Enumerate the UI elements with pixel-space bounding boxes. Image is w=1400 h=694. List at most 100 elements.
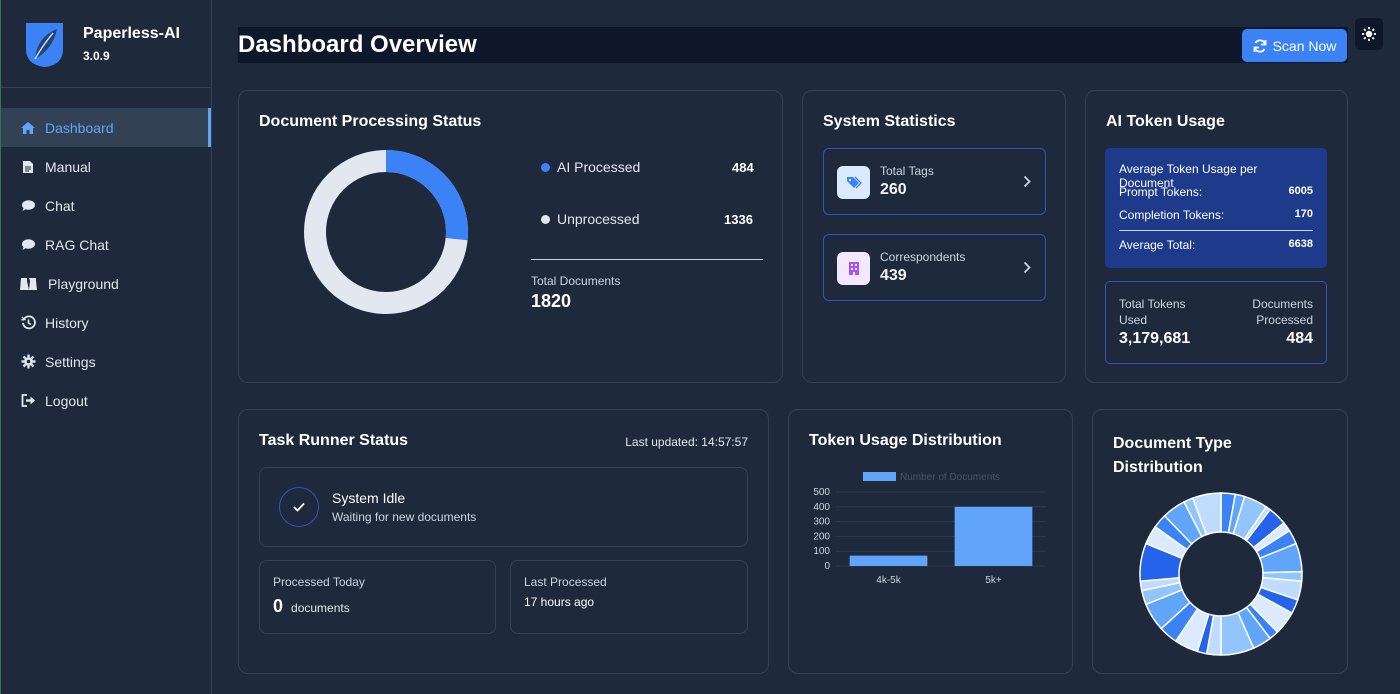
token-distribution-bar-chart: Number of Documents 500 400 300 200 100 0 4k-5k… <box>813 472 1046 586</box>
card-title: Token Usage Distribution <box>809 432 1002 449</box>
legend-dot <box>541 214 550 224</box>
x-tick-label: 4k-5k <box>876 575 901 586</box>
correspondents-stat[interactable]: Correspondents 439 <box>823 234 1046 301</box>
processed-today-value: 0 <box>273 596 284 616</box>
sidebar-item-manual[interactable]: Manual <box>1 147 211 186</box>
leaf-logo-icon <box>26 22 63 67</box>
x-tick-label: 5k+ <box>985 575 1002 586</box>
stat-label: Correspondents <box>880 250 966 264</box>
legend-swatch <box>863 472 896 481</box>
comment-icon <box>19 198 37 214</box>
legend-dot <box>541 162 550 172</box>
status-subtitle: Waiting for new documents <box>332 510 477 524</box>
total-tags-stat[interactable]: Total Tags 260 <box>823 148 1046 215</box>
divider <box>531 259 763 260</box>
last-updated: Last updated: 14:57:57 <box>625 435 748 449</box>
last-processed-box: Last Processed 17 hours ago <box>510 560 748 634</box>
sidebar-item-label: Logout <box>45 392 88 409</box>
title-line: Document Type <box>1113 435 1232 452</box>
sidebar-item-chat[interactable]: Chat <box>1 186 211 225</box>
ai-token-usage-card: AI Token Usage Average Token Usage per D… <box>1085 90 1348 383</box>
prompt-tokens-row: Prompt Tokens: 6005 <box>1119 185 1313 199</box>
gear-icon <box>19 354 37 370</box>
scan-now-button[interactable]: Scan Now <box>1242 29 1347 62</box>
sidebar-item-label: Settings <box>45 353 96 370</box>
legend-unprocessed: Unprocessed <box>541 211 640 227</box>
card-title: Document Type Distribution <box>1113 432 1232 480</box>
sidebar-item-label: RAG Chat <box>45 236 109 253</box>
processed-slice <box>385 150 468 241</box>
unprocessed-value: 1336 <box>724 212 753 227</box>
divider <box>1119 230 1313 231</box>
sun-icon <box>1362 27 1376 41</box>
total-tokens-label: Total Tokens Used <box>1119 296 1186 328</box>
y-tick-label: 300 <box>813 517 830 528</box>
status-title: System Idle <box>332 490 406 506</box>
label-line: Processed <box>1256 313 1313 327</box>
file-icon <box>19 159 37 175</box>
y-tick-label: 400 <box>813 502 830 513</box>
row-value: 6005 <box>1288 185 1313 197</box>
title-line: Distribution <box>1113 459 1203 476</box>
y-tick-label: 500 <box>813 487 830 498</box>
stat-label: Total Tags <box>880 164 934 178</box>
logout-icon <box>19 393 37 409</box>
home-icon <box>19 120 37 136</box>
average-token-panel: Average Token Usage per Document Prompt … <box>1105 148 1327 268</box>
processed-today-unit: documents <box>291 601 350 615</box>
y-tick-label: 0 <box>824 561 830 572</box>
comment-icon <box>19 237 37 253</box>
building-icon <box>837 252 870 285</box>
card-title: Document Processing Status <box>259 113 482 130</box>
system-status-box: System Idle Waiting for new documents <box>259 467 748 547</box>
bar-5k+ <box>954 506 1033 566</box>
scan-now-label: Scan Now <box>1272 37 1337 54</box>
check-icon <box>279 487 319 527</box>
average-total-row: Average Total: 6638 <box>1119 238 1313 252</box>
page-header: Dashboard Overview <box>238 27 1348 63</box>
sidebar-item-history[interactable]: History <box>1 303 211 342</box>
last-processed-value: 17 hours ago <box>524 595 595 609</box>
last-processed-label: Last Processed <box>524 575 607 589</box>
theme-toggle-button[interactable] <box>1355 18 1383 50</box>
sidebar-item-settings[interactable]: Settings <box>1 342 211 381</box>
sidebar-item-label: Manual <box>45 158 91 175</box>
sidebar-item-logout[interactable]: Logout <box>1 381 211 420</box>
processing-donut-chart <box>304 150 468 314</box>
documents-processed-label: Documents Processed <box>1252 296 1313 328</box>
system-statistics-card: System Statistics Total Tags 260 Corresp… <box>802 90 1066 383</box>
brand: Paperless-AI 3.0.9 <box>1 0 211 88</box>
sidebar-item-label: Dashboard <box>45 119 114 136</box>
token-distribution-card: Token Usage Distribution Number of Docum… <box>788 409 1073 674</box>
sidebar: Paperless-AI 3.0.9 Dashboard Manual Chat <box>0 0 212 694</box>
processed-today-row: 0 documents <box>273 596 350 617</box>
row-label: Completion Tokens: <box>1119 208 1225 222</box>
tag-icon <box>837 166 870 199</box>
app-version: 3.0.9 <box>83 48 110 63</box>
label-line: Used <box>1119 313 1148 327</box>
document-processing-card: Document Processing Status AI Processed … <box>238 90 783 383</box>
chevron-right-icon <box>1023 175 1031 188</box>
completion-tokens-row: Completion Tokens: 170 <box>1119 208 1313 222</box>
total-tokens-value: 3,179,681 <box>1119 330 1191 347</box>
legend-label: Unprocessed <box>557 211 640 227</box>
label-line: Documents <box>1252 297 1313 311</box>
legend-label: AI Processed <box>557 159 641 175</box>
y-tick-label: 100 <box>813 546 830 557</box>
row-value: 6638 <box>1288 238 1313 250</box>
sidebar-item-rag-chat[interactable]: RAG Chat <box>1 225 211 264</box>
processed-today-box: Processed Today 0 documents <box>259 560 496 634</box>
card-title: AI Token Usage <box>1106 113 1225 130</box>
bar-4k-5k <box>849 555 928 566</box>
processed-today-label: Processed Today <box>273 575 365 589</box>
document-type-donut-chart <box>1139 492 1303 656</box>
sidebar-item-playground[interactable]: Playground <box>1 264 211 303</box>
document-type-card: Document Type Distribution <box>1092 409 1348 674</box>
legend-label: Number of Documents <box>900 472 1000 483</box>
refresh-icon <box>1253 38 1266 53</box>
ai-processed-value: 484 <box>732 160 754 175</box>
token-totals-panel: Total Tokens Used 3,179,681 Documents Pr… <box>1105 281 1327 364</box>
total-documents-value: 1820 <box>531 291 572 311</box>
sidebar-item-dashboard[interactable]: Dashboard <box>1 108 211 147</box>
row-value: 170 <box>1294 208 1313 220</box>
